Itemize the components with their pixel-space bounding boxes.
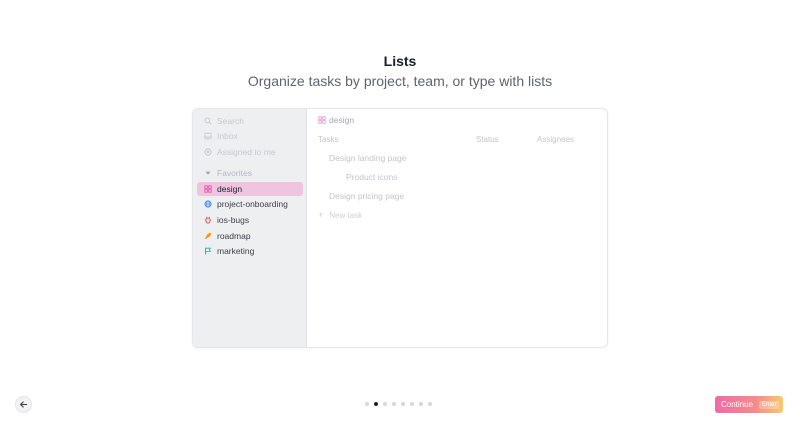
sidebar-item-search[interactable]: Search — [197, 114, 303, 128]
pagination-dot[interactable] — [428, 402, 432, 406]
pagination-dots — [365, 402, 432, 406]
design-list-icon — [317, 116, 326, 125]
arrow-left-icon — [19, 396, 28, 414]
globe-icon — [203, 200, 212, 209]
sidebar-item-label: marketing — [217, 246, 255, 256]
bug-icon — [203, 216, 212, 225]
sidebar-item-label: design — [217, 184, 243, 194]
sidebar-item-label: roadmap — [217, 231, 251, 241]
sidebar-item-ios-bugs[interactable]: ios-bugs — [197, 213, 303, 227]
continue-label: Continue — [721, 400, 754, 409]
enter-key-hint: Enter — [759, 400, 780, 409]
plus-icon: + — [318, 210, 324, 220]
list-title: design — [329, 115, 355, 125]
sidebar-item-label: Assigned to me — [217, 147, 276, 157]
sidebar-item-assigned[interactable]: Assigned to me — [197, 145, 303, 159]
page-title: Lists — [383, 53, 417, 69]
pagination-dot[interactable] — [365, 402, 369, 406]
sidebar-item-project-onboarding[interactable]: project-onboarding — [197, 197, 303, 211]
sidebar-item-marketing[interactable]: marketing — [197, 244, 303, 258]
task-row[interactable]: Design landing page — [329, 153, 407, 163]
column-header-assignees: Assignees — [537, 135, 574, 144]
pagination-dot[interactable] — [410, 402, 414, 406]
sidebar-item-roadmap[interactable]: roadmap — [197, 229, 303, 243]
column-header-tasks: Tasks — [318, 135, 339, 144]
sidebar-item-label: Search — [217, 116, 244, 126]
pagination-dot[interactable] — [419, 402, 423, 406]
continue-button[interactable]: Continue Enter — [715, 396, 783, 413]
pagination-dot[interactable] — [401, 402, 405, 406]
column-header-status: Status — [476, 135, 499, 144]
target-icon — [203, 148, 212, 157]
pagination-dot[interactable] — [392, 402, 396, 406]
task-row[interactable]: Design pricing page — [329, 191, 404, 201]
back-button[interactable] — [15, 396, 32, 413]
list-header: design — [317, 115, 354, 125]
sidebar-item-inbox[interactable]: Inbox — [197, 129, 303, 143]
design-list-icon — [203, 185, 212, 194]
pagination-dot[interactable] — [383, 402, 387, 406]
sidebar-item-label: project-onboarding — [217, 199, 288, 209]
pagination-dot-active[interactable] — [374, 402, 378, 406]
rocket-icon — [203, 232, 212, 241]
flag-icon — [203, 247, 212, 256]
inbox-icon — [203, 132, 212, 141]
sidebar-item-label: Inbox — [217, 131, 238, 141]
favorites-section-header[interactable]: Favorites — [197, 166, 303, 180]
sidebar-item-design[interactable]: design — [197, 182, 303, 196]
new-task-button[interactable]: + New task — [318, 210, 362, 220]
favorites-label: Favorites — [217, 168, 252, 178]
sidebar: Search Inbox Assigned to me Favorites de… — [193, 109, 307, 347]
subtask-row[interactable]: Product icons — [346, 172, 398, 182]
sidebar-item-label: ios-bugs — [217, 215, 250, 225]
caret-down-icon — [203, 169, 212, 178]
lists-preview-window: Search Inbox Assigned to me Favorites de… — [192, 108, 608, 348]
list-main-panel: design Tasks Status Assignees Design lan… — [307, 109, 607, 347]
search-icon — [203, 117, 212, 126]
new-task-label: New task — [329, 210, 363, 220]
page-subtitle: Organize tasks by project, team, or type… — [247, 73, 553, 89]
